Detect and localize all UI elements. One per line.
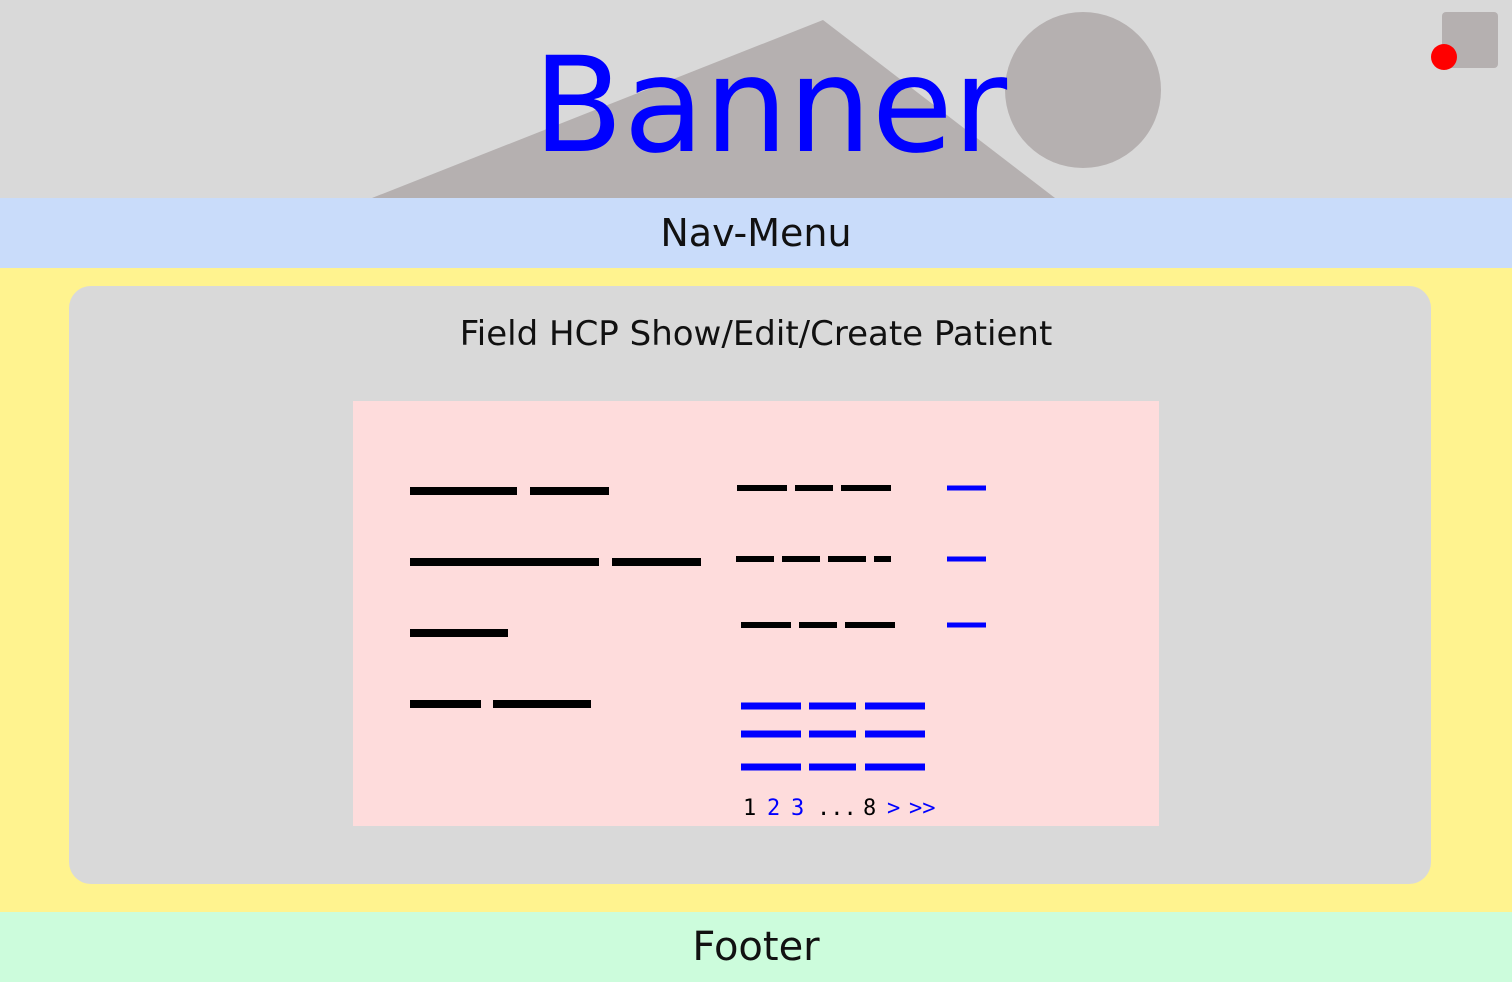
banner: Banner — [0, 0, 1512, 198]
pagination-page-link[interactable]: 3 — [791, 795, 804, 823]
patient-field-values — [736, 485, 895, 628]
patient-wireframe — [410, 485, 986, 771]
nav-menu[interactable]: Nav-Menu — [0, 198, 1512, 268]
pagination-page-link[interactable]: 2 — [767, 795, 780, 823]
pagination-last-link[interactable]: >> — [909, 795, 936, 823]
banner-title: Banner — [532, 29, 1008, 183]
nav-menu-label: Nav-Menu — [660, 211, 852, 255]
patient-panel: 1 2 3 ... 8 > >> — [353, 401, 1159, 826]
pagination-ellipsis: ... — [817, 796, 857, 821]
pagination-next-link[interactable]: > — [887, 795, 900, 823]
content-card: Field HCP Show/Edit/Create Patient 1 2 3… — [69, 286, 1431, 884]
notification-dot-icon — [1431, 44, 1457, 70]
footer-label: Footer — [692, 924, 820, 970]
pagination-last-page-number[interactable]: 8 — [863, 795, 876, 823]
results-list — [741, 702, 925, 771]
footer: Footer — [0, 912, 1512, 982]
pagination-current-page: 1 — [743, 796, 757, 821]
edit-links — [947, 485, 986, 628]
pagination: 1 2 3 ... 8 > >> — [743, 795, 963, 823]
patient-field-labels — [410, 487, 701, 708]
page-title: Field HCP Show/Edit/Create Patient — [459, 314, 1053, 354]
